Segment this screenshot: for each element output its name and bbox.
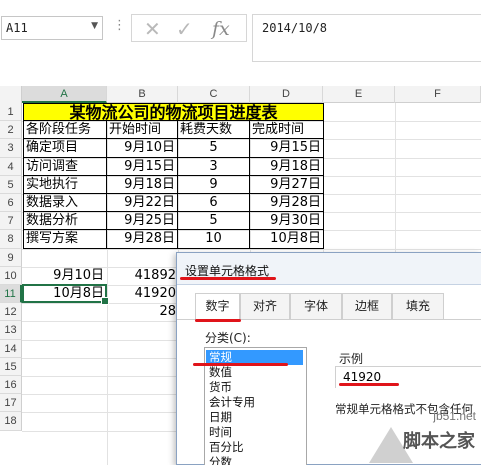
table-cell[interactable]: 9月30日 (250, 212, 324, 231)
table-cell[interactable]: 9月28日 (250, 194, 324, 213)
dialog-tabs: 数字 对齐 字体 边框 填充 (177, 293, 481, 320)
gridline-row (22, 248, 481, 250)
row-header-13[interactable]: 13 (0, 321, 22, 340)
table-header-cell[interactable]: 各阶段任务 (23, 121, 107, 140)
table-cell[interactable]: 数据分析 (23, 212, 107, 231)
table-cell[interactable]: 9 (178, 175, 250, 194)
watermark: jb51.net 脚本之家 (341, 407, 481, 465)
annotation-underline-tab (195, 319, 241, 322)
column-header-b[interactable]: B (107, 86, 178, 103)
table-cell[interactable]: 9月25日 (107, 212, 178, 231)
row-header-6[interactable]: 6 (0, 194, 22, 213)
table-cell[interactable]: 3 (178, 157, 250, 176)
tab-border[interactable]: 边框 (342, 293, 392, 319)
sample-label: 示例 (339, 352, 364, 366)
table-cell[interactable]: 9月18日 (107, 175, 178, 194)
row-header-5[interactable]: 5 (0, 175, 22, 194)
cell-b10[interactable]: 41892 (107, 267, 178, 285)
cell-a10[interactable]: 9月10日 (22, 267, 106, 285)
watermark-url: jb51.net (433, 409, 476, 423)
row-header-11[interactable]: 11 (0, 285, 22, 304)
name-box-value: A11 (6, 21, 28, 35)
table-header-cell[interactable]: 耗费天数 (178, 121, 250, 140)
table-cell[interactable]: 9月15日 (107, 157, 178, 176)
tab-fill[interactable]: 填充 (392, 293, 444, 319)
category-percentage[interactable]: 百分比 (206, 440, 303, 455)
row-header-3[interactable]: 3 (0, 139, 22, 158)
annotation-underline-category (193, 363, 288, 366)
row-header-4[interactable]: 4 (0, 157, 22, 176)
active-cell-border (22, 284, 109, 305)
formula-input[interactable]: 2014/10/8 (252, 14, 481, 62)
row-header-18[interactable]: 18 (0, 412, 22, 431)
row-header-1[interactable]: 1 (0, 103, 22, 122)
column-header-c[interactable]: C (178, 86, 250, 103)
formula-text: 2014/10/8 (262, 21, 328, 35)
column-headers: ABCDEF (0, 86, 481, 103)
row-header-15[interactable]: 15 (0, 357, 22, 376)
enter-icon[interactable]: ✓ (176, 17, 193, 41)
annotation-underline-sample (339, 383, 399, 386)
cancel-icon[interactable]: ✕ (144, 17, 161, 41)
table-cell[interactable]: 确定项目 (23, 139, 107, 158)
select-all-corner[interactable] (0, 86, 22, 103)
formula-bar-buttons: ✕ ✓ fx (131, 14, 247, 42)
column-header-d[interactable]: D (250, 86, 323, 103)
row-header-8[interactable]: 8 (0, 230, 22, 249)
category-accounting[interactable]: 会计专用 (206, 395, 303, 410)
table-cell[interactable]: 实地执行 (23, 175, 107, 194)
table-cell[interactable]: 5 (178, 139, 250, 158)
table-cell[interactable]: 撰写方案 (23, 230, 107, 249)
sample-value: 41920 (343, 370, 382, 384)
name-box[interactable]: A11 ▼ (1, 16, 103, 40)
watermark-site-name: 脚本之家 (403, 431, 475, 452)
table-cell[interactable]: 9月15日 (250, 139, 324, 158)
tab-number[interactable]: 数字 (195, 293, 240, 320)
table-title[interactable]: 某物流公司的物流项目进度表 (23, 103, 324, 121)
table-cell[interactable]: 6 (178, 194, 250, 213)
column-header-e[interactable]: E (323, 86, 395, 103)
cell-b12[interactable]: 28 (107, 303, 178, 321)
table-cell[interactable]: 访问调查 (23, 157, 107, 176)
dialog-titlebar[interactable]: 设置单元格格式 (177, 253, 481, 285)
row-header-17[interactable]: 17 (0, 394, 22, 413)
annotation-underline-title (180, 277, 276, 280)
tab-font[interactable]: 字体 (290, 293, 342, 319)
category-time[interactable]: 时间 (206, 425, 303, 440)
tab-alignment[interactable]: 对齐 (240, 293, 290, 319)
insert-function-button[interactable]: fx (212, 18, 230, 40)
table-header-cell[interactable]: 完成时间 (250, 121, 324, 140)
table-cell[interactable]: 9月22日 (107, 194, 178, 213)
table-cell[interactable]: 数据录入 (23, 194, 107, 213)
column-header-a[interactable]: A (22, 86, 107, 103)
table-cell[interactable]: 9月27日 (250, 175, 324, 194)
formula-bar: A11 ▼ ⋮ ✕ ✓ fx 2014/10/8 (0, 0, 481, 70)
cell-b11[interactable]: 41920 (107, 285, 178, 303)
row-header-14[interactable]: 14 (0, 339, 22, 358)
more-options-icon: ⋮ (113, 18, 126, 33)
row-header-7[interactable]: 7 (0, 212, 22, 231)
category-date[interactable]: 日期 (206, 410, 303, 425)
row-header-9[interactable]: 9 (0, 248, 22, 267)
column-header-f[interactable]: F (395, 86, 481, 103)
table-cell[interactable]: 9月18日 (250, 157, 324, 176)
row-header-16[interactable]: 16 (0, 376, 22, 395)
category-number[interactable]: 数值 (206, 365, 303, 380)
table-cell[interactable]: 5 (178, 212, 250, 231)
table-cell[interactable]: 10月8日 (250, 230, 324, 249)
row-header-10[interactable]: 10 (0, 266, 22, 285)
category-currency[interactable]: 货币 (206, 380, 303, 395)
table-cell[interactable]: 9月28日 (107, 230, 178, 249)
row-header-12[interactable]: 12 (0, 303, 22, 322)
table-cell[interactable]: 10 (178, 230, 250, 249)
category-fraction[interactable]: 分数 (206, 455, 303, 465)
table-header-cell[interactable]: 开始时间 (107, 121, 178, 140)
row-header-2[interactable]: 2 (0, 121, 22, 140)
chevron-down-icon[interactable]: ▼ (91, 21, 98, 31)
table-cell[interactable]: 9月10日 (107, 139, 178, 158)
category-label: 分类(C): (205, 331, 251, 345)
